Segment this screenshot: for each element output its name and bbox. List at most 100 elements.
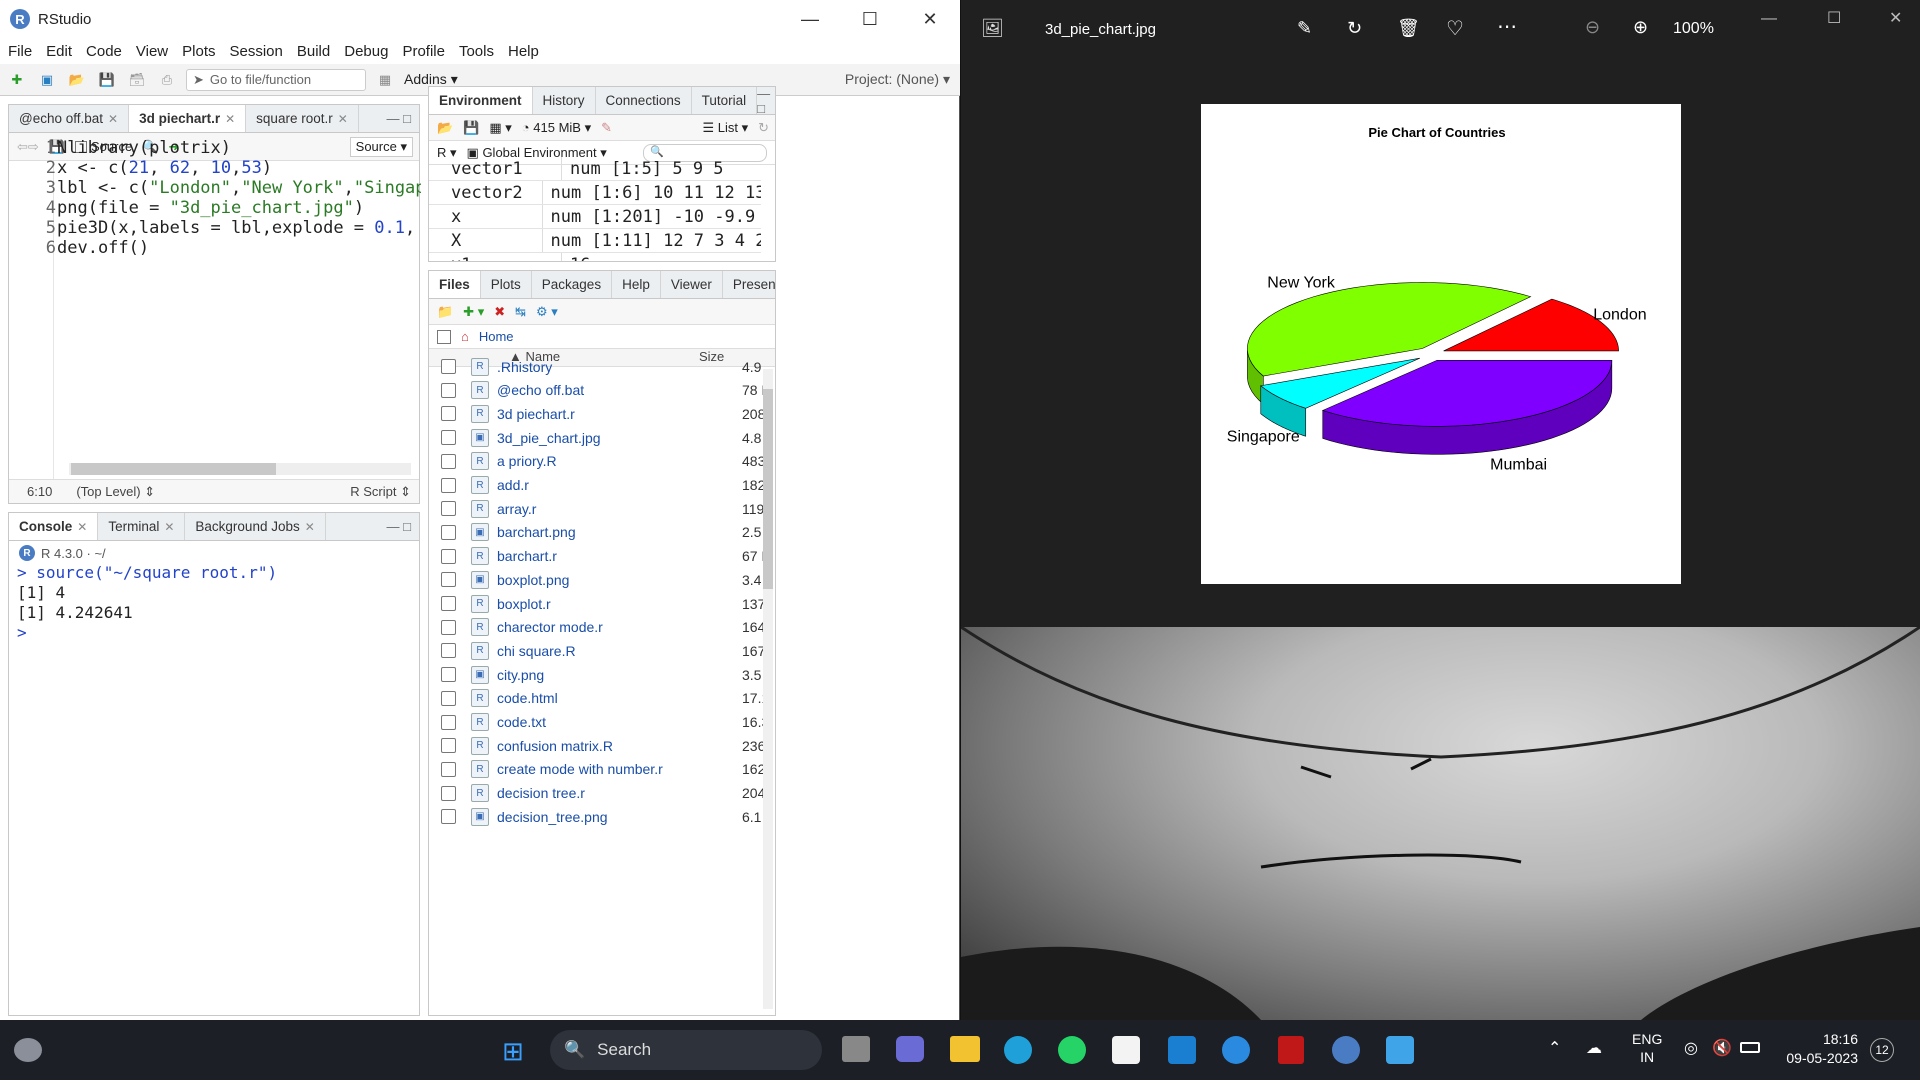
battery-icon[interactable]: [1740, 1042, 1760, 1053]
file-checkbox[interactable]: [441, 738, 456, 754]
env-row-x[interactable]: x num [1:201] -10 -9.9 -9.…: [429, 205, 761, 229]
tab-square-root-r[interactable]: square root.r ✕: [246, 105, 359, 132]
rename-icon[interactable]: ↹: [515, 304, 526, 320]
file-name-link[interactable]: barchart.r: [497, 548, 742, 564]
file-checkbox[interactable]: [441, 667, 456, 683]
file-checkbox[interactable]: [441, 690, 456, 706]
delete-icon[interactable]: ✖: [494, 304, 505, 320]
file-checkbox[interactable]: [441, 406, 456, 422]
file-checkbox[interactable]: [441, 714, 456, 730]
file-name-link[interactable]: boxplot.r: [497, 596, 742, 612]
minimize-button[interactable]: —: [780, 0, 840, 38]
mcafee-icon[interactable]: [1278, 1036, 1304, 1064]
zoom-in-icon[interactable]: ⊕: [1633, 17, 1648, 38]
gallery-icon[interactable]: 🖼: [981, 18, 1004, 39]
open-file-icon[interactable]: 📂: [66, 70, 88, 90]
tab--echo-off-bat[interactable]: @echo off.bat ✕: [9, 105, 130, 132]
close-tab-icon[interactable]: ✕: [164, 520, 174, 534]
volume-icon[interactable]: 🔇: [1712, 1038, 1732, 1058]
file-name-link[interactable]: @echo off.bat: [497, 382, 742, 398]
file-name-link[interactable]: boxplot.png: [497, 572, 742, 588]
menu-item-view[interactable]: View: [136, 43, 168, 60]
env-row-vector2[interactable]: vector2 num [1:6] 10 11 12 13 14…: [429, 181, 761, 205]
file-name-link[interactable]: add.r: [497, 477, 742, 493]
tab-tutorial[interactable]: Tutorial: [692, 87, 758, 114]
tab-3d-piechart-r[interactable]: 3d piechart.r ✕: [129, 105, 247, 132]
zoom-level[interactable]: 100%: [1673, 20, 1714, 38]
file-explorer-icon[interactable]: [950, 1036, 980, 1062]
more-gear-icon[interactable]: ⚙ ▾: [536, 304, 558, 320]
save-workspace-icon[interactable]: 💾: [463, 120, 479, 136]
code-line[interactable]: 1 Nlibrary(plotrix): [9, 138, 421, 158]
zoom-out-icon[interactable]: ⊖: [1585, 17, 1600, 38]
files-scrollbar[interactable]: [763, 369, 773, 1009]
close-button[interactable]: ✕: [900, 0, 960, 38]
save-icon[interactable]: 💾: [96, 70, 118, 90]
select-all-checkbox[interactable]: [437, 329, 451, 344]
tab-terminal[interactable]: Terminal ✕: [98, 513, 186, 540]
menu-item-code[interactable]: Code: [86, 43, 122, 60]
whatsapp-icon[interactable]: [1058, 1036, 1086, 1064]
tab-background-jobs[interactable]: Background Jobs ✕: [185, 513, 326, 540]
code-line[interactable]: 3lbl <- c("London","New York","Singapore…: [9, 178, 421, 198]
taskbar-search[interactable]: 🔍 Search: [550, 1030, 822, 1070]
edge-icon[interactable]: [1004, 1036, 1032, 1064]
env-row-vector1[interactable]: vector1 num [1:5] 5 9 5: [429, 157, 761, 181]
new-file-icon[interactable]: ✚: [6, 70, 28, 90]
load-workspace-icon[interactable]: 📂: [437, 120, 453, 136]
menu-item-file[interactable]: File: [8, 43, 32, 60]
tab-connections[interactable]: Connections: [596, 87, 692, 114]
home-link[interactable]: Home: [479, 329, 514, 344]
tab-files[interactable]: Files: [429, 271, 481, 298]
file-checkbox[interactable]: [441, 524, 456, 540]
file-checkbox[interactable]: [441, 548, 456, 564]
menu-item-help[interactable]: Help: [508, 43, 539, 60]
windows-start-icon[interactable]: ⊞: [502, 1036, 524, 1067]
maximize-button[interactable]: ☐: [840, 0, 900, 38]
file-name-link[interactable]: charector mode.r: [497, 619, 742, 635]
file-name-link[interactable]: array.r: [497, 501, 742, 517]
file-checkbox[interactable]: [441, 761, 456, 777]
file-checkbox[interactable]: [441, 809, 456, 825]
rstudio-taskbar-icon[interactable]: [1332, 1036, 1360, 1064]
wifi-icon[interactable]: ◎: [1684, 1038, 1698, 1058]
file-name-link[interactable]: code.html: [497, 690, 742, 706]
env-row-X[interactable]: Xnum [1:11] 12 7 3 4 2 18…: [429, 229, 761, 253]
menu-item-build[interactable]: Build: [297, 43, 330, 60]
task-view-icon[interactable]: [842, 1036, 870, 1062]
file-checkbox[interactable]: [441, 785, 456, 801]
tab-help[interactable]: Help: [612, 271, 661, 298]
file-row[interactable]: ▣ decision_tree.png6.1 KB: [429, 802, 765, 831]
list-view-menu[interactable]: ☰ List ▾: [702, 120, 748, 136]
viewer-close-button[interactable]: ✕: [1889, 8, 1902, 28]
close-tab-icon[interactable]: ✕: [108, 112, 118, 126]
weather-icon[interactable]: [14, 1038, 42, 1062]
menu-item-plots[interactable]: Plots: [182, 43, 215, 60]
refresh-icon[interactable]: ↻: [758, 120, 769, 136]
pane-minmax[interactable]: — □: [757, 86, 770, 116]
menu-item-edit[interactable]: Edit: [46, 43, 72, 60]
rotate-icon[interactable]: ↻: [1347, 18, 1362, 39]
file-name-link[interactable]: a priory.R: [497, 453, 742, 469]
onedrive-icon[interactable]: ☁: [1586, 1038, 1602, 1058]
file-name-link[interactable]: chi square.R: [497, 643, 742, 659]
menu-item-debug[interactable]: Debug: [344, 43, 388, 60]
scope-menu[interactable]: (Top Level) ⇕: [76, 484, 155, 500]
menu-item-profile[interactable]: Profile: [402, 43, 445, 60]
delete-image-icon[interactable]: 🗑: [1397, 18, 1420, 39]
file-checkbox[interactable]: [441, 619, 456, 635]
store-icon[interactable]: [1112, 1036, 1140, 1064]
new-project-icon[interactable]: ▣: [36, 70, 58, 90]
chevron-up-icon[interactable]: ⌃: [1548, 1038, 1561, 1058]
file-name-link[interactable]: code.txt: [497, 714, 742, 730]
file-name-link[interactable]: 3d piechart.r: [497, 406, 742, 422]
code-line[interactable]: 2x <- c(21, 62, 10,53): [9, 158, 421, 178]
favorite-icon[interactable]: ♡: [1446, 16, 1464, 41]
file-name-link[interactable]: 3d_pie_chart.jpg: [497, 430, 742, 446]
close-tab-icon[interactable]: ✕: [77, 520, 87, 534]
file-name-link[interactable]: decision_tree.png: [497, 809, 742, 825]
close-tab-icon[interactable]: ✕: [338, 112, 348, 126]
print-icon[interactable]: ⎙: [156, 70, 178, 90]
import-dataset-icon[interactable]: ▦ ▾: [489, 120, 511, 136]
pane-minmax[interactable]: — □: [387, 519, 411, 534]
